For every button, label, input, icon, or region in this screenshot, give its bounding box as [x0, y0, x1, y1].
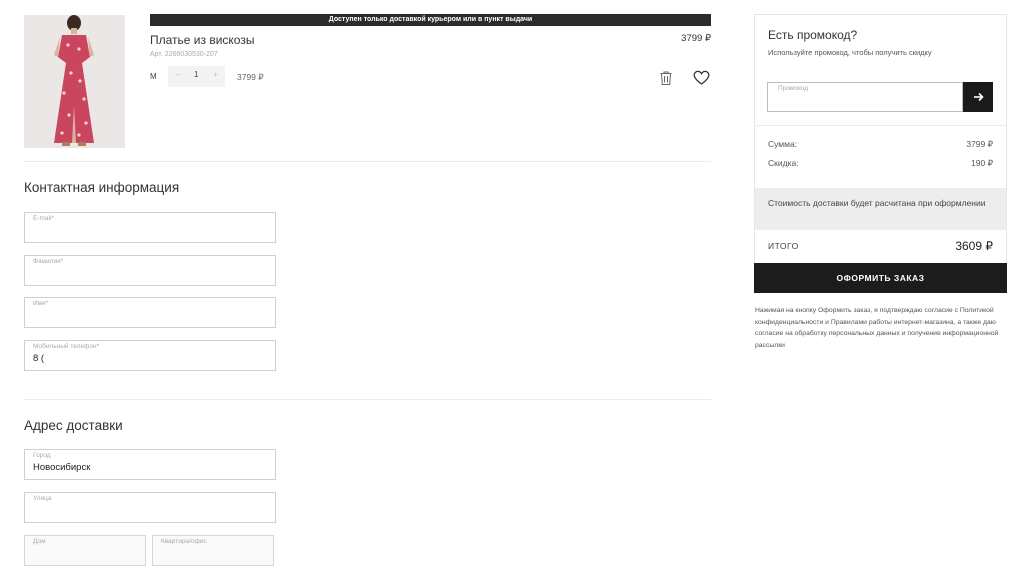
name-field-label: Имя* — [33, 300, 49, 307]
promo-subtitle: Используйте промокод, чтобы получить ски… — [768, 48, 932, 57]
product-image[interactable] — [24, 15, 125, 148]
street-field[interactable]: Улица — [24, 492, 276, 523]
discount-value: 190 ₽ — [971, 158, 993, 168]
house-field[interactable]: Дом — [24, 535, 146, 566]
address-section-title: Адрес доставки — [24, 418, 123, 433]
discount-label: Скидка: — [768, 158, 799, 168]
city-field[interactable]: Город Новосибирск — [24, 449, 276, 480]
apartment-field-label: Квартира/офис — [161, 538, 207, 545]
surname-field[interactable]: Фамилия* — [24, 255, 276, 286]
quantity-stepper: – 1 + — [168, 66, 225, 87]
name-field[interactable]: Имя* — [24, 297, 276, 328]
city-field-value: Новосибирск — [33, 462, 91, 473]
contact-section-title: Контактная информация — [24, 180, 180, 195]
divider — [24, 161, 711, 162]
arrow-right-icon — [973, 92, 984, 102]
quantity-increase-button[interactable]: + — [213, 70, 218, 79]
delivery-cost-note: Стоимость доставки будет расчитана при о… — [755, 188, 1006, 230]
promo-title: Есть промокод? — [768, 28, 858, 42]
phone-field[interactable]: Мобильный телефон* 8 ( — [24, 340, 276, 371]
promo-input[interactable]: Промокод — [767, 82, 963, 112]
email-field[interactable]: E-mail* — [24, 212, 276, 243]
heart-icon[interactable] — [693, 70, 710, 86]
product-size: М — [150, 72, 157, 81]
quantity-value[interactable]: 1 — [194, 70, 198, 79]
total-value: 3609 ₽ — [955, 239, 993, 253]
email-field-label: E-mail* — [33, 215, 54, 222]
delivery-banner: Доступен только доставкой курьером или в… — [150, 14, 711, 26]
divider — [755, 125, 1006, 126]
line-total: 3799 ₽ — [237, 72, 264, 82]
sum-value: 3799 ₽ — [966, 139, 993, 149]
city-field-label: Город — [33, 452, 51, 459]
total-label: ИТОГО — [768, 241, 799, 251]
promo-input-label: Промокод — [778, 85, 809, 92]
quantity-decrease-button[interactable]: – — [176, 70, 180, 79]
place-order-button[interactable]: ОФОРМИТЬ ЗАКАЗ — [754, 263, 1007, 293]
apartment-field[interactable]: Квартира/офис — [152, 535, 274, 566]
house-field-label: Дом — [33, 538, 46, 545]
divider — [24, 399, 711, 400]
sum-label: Сумма: — [768, 139, 798, 149]
street-field-label: Улица — [33, 495, 52, 502]
product-article: Арт. 2266030530-207 — [150, 51, 218, 58]
phone-field-value: 8 ( — [33, 353, 45, 364]
promo-apply-button[interactable] — [963, 82, 993, 112]
consent-text: Нажимая на кнопку Оформить заказ, я подт… — [755, 307, 999, 349]
product-title[interactable]: Платье из вискозы — [150, 33, 254, 47]
trash-icon[interactable] — [658, 70, 674, 86]
surname-field-label: Фамилия* — [33, 258, 64, 265]
product-price: 3799 ₽ — [681, 33, 711, 44]
phone-field-label: Мобильный телефон* — [33, 343, 100, 350]
